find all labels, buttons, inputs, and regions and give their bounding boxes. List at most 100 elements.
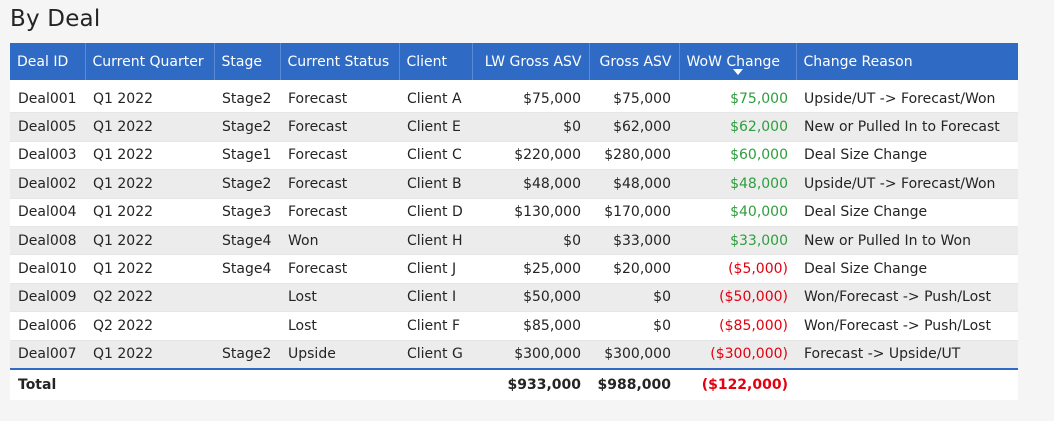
total-row: Total $933,000 $988,000 ($122,000): [10, 368, 1018, 400]
cell-change-reason: Deal Size Change: [796, 254, 1018, 284]
cell-gross-asv: $0: [589, 283, 679, 313]
cell-lw-gross-asv: $25,000: [472, 254, 589, 284]
table-row[interactable]: Deal006 Q2 2022 Lost Client F $85,000 $0 ($85,…: [10, 311, 1018, 341]
cell-deal-id: Deal004: [10, 198, 85, 227]
cell-gross-asv: $33,000: [589, 226, 679, 256]
cell-wow-change: $60,000: [679, 141, 796, 171]
cell-client: Client C: [399, 141, 472, 171]
column-header-deal-id[interactable]: Deal ID: [10, 43, 86, 80]
cell-stage: Stage1: [214, 141, 280, 171]
cell-stage: [214, 311, 280, 341]
table-row[interactable]: Deal002 Q1 2022 Stage2 Forecast Client B $48,…: [10, 169, 1018, 199]
column-header-current-status[interactable]: Current Status: [280, 43, 400, 80]
visual-title: By Deal: [10, 6, 101, 32]
cell-current-quarter: Q1 2022: [85, 340, 214, 370]
cell-stage: Stage2: [214, 85, 280, 114]
column-header-lw-gross-asv[interactable]: LW Gross ASV: [472, 43, 590, 80]
column-header-client[interactable]: Client: [399, 43, 473, 80]
cell-gross-asv: $75,000: [589, 85, 679, 114]
header-row: Deal ID Current Quarter Stage Current St…: [10, 43, 1018, 80]
cell-change-reason: Upside/UT -> Forecast/Won: [796, 85, 1018, 114]
cell-deal-id: Deal008: [10, 226, 85, 256]
column-header-wow-change[interactable]: WoW Change: [679, 43, 797, 80]
cell-lw-gross-asv: $130,000: [472, 198, 589, 227]
table-row[interactable]: Deal008 Q1 2022 Stage4 Won Client H $0 $33,000…: [10, 226, 1018, 256]
cell-deal-id: Deal001: [10, 85, 85, 114]
cell-stage: Stage2: [214, 112, 280, 142]
total-gross-asv: $988,000: [589, 368, 679, 400]
table-row[interactable]: Deal007 Q1 2022 Stage2 Upside Client G $300,0…: [10, 340, 1018, 370]
cell-gross-asv: $300,000: [589, 340, 679, 370]
cell-client: Client E: [399, 112, 472, 142]
table-row[interactable]: Deal003 Q1 2022 Stage1 Forecast Client C $220…: [10, 141, 1018, 171]
cell-client: Client D: [399, 198, 472, 227]
cell-client: Client B: [399, 169, 472, 199]
table-visual: By Deal Deal ID Current Quarter Stage Cu…: [0, 0, 1054, 421]
cell-wow-change: $40,000: [679, 198, 796, 227]
cell-change-reason: New or Pulled In to Won: [796, 226, 1018, 256]
cell-stage: Stage2: [214, 340, 280, 370]
cell-wow-change: $33,000: [679, 226, 796, 256]
table-row[interactable]: Deal005 Q1 2022 Stage2 Forecast Client E $0 $6…: [10, 112, 1018, 142]
cell-change-reason: New or Pulled In to Forecast: [796, 112, 1018, 142]
cell-change-reason: Won/Forecast -> Push/Lost: [796, 311, 1018, 341]
table-row[interactable]: Deal009 Q2 2022 Lost Client I $50,000 $0 ($50,…: [10, 283, 1018, 313]
total-empty-cell: [796, 368, 1018, 400]
cell-current-quarter: Q2 2022: [85, 311, 214, 341]
table-body: Deal001 Q1 2022 Stage2 Forecast Client A $75,…: [10, 80, 1018, 370]
sort-descending-icon[interactable]: [680, 69, 796, 78]
column-header-stage[interactable]: Stage: [214, 43, 281, 80]
cell-current-status: Lost: [280, 311, 399, 341]
column-header-gross-asv[interactable]: Gross ASV: [589, 43, 680, 80]
total-wow-change: ($122,000): [679, 368, 796, 400]
cell-current-status: Forecast: [280, 85, 399, 114]
column-header-change-reason[interactable]: Change Reason: [796, 43, 1018, 80]
cell-current-quarter: Q1 2022: [85, 141, 214, 171]
cell-current-quarter: Q1 2022: [85, 226, 214, 256]
cell-lw-gross-asv: $50,000: [472, 283, 589, 313]
cell-deal-id: Deal010: [10, 254, 85, 284]
cell-wow-change: $75,000: [679, 85, 796, 114]
cell-gross-asv: $20,000: [589, 254, 679, 284]
cell-current-quarter: Q1 2022: [85, 254, 214, 284]
cell-current-status: Upside: [280, 340, 399, 370]
cell-client: Client J: [399, 254, 472, 284]
cell-gross-asv: $48,000: [589, 169, 679, 199]
cell-client: Client G: [399, 340, 472, 370]
cell-wow-change: $62,000: [679, 112, 796, 142]
cell-deal-id: Deal003: [10, 141, 85, 171]
table-row[interactable]: Deal004 Q1 2022 Stage3 Forecast Client D $130…: [10, 198, 1018, 227]
cell-gross-asv: $280,000: [589, 141, 679, 171]
total-lw-gross-asv: $933,000: [472, 368, 589, 400]
cell-current-status: Lost: [280, 283, 399, 313]
cell-current-status: Forecast: [280, 254, 399, 284]
cell-lw-gross-asv: $48,000: [472, 169, 589, 199]
cell-lw-gross-asv: $300,000: [472, 340, 589, 370]
cell-current-status: Forecast: [280, 112, 399, 142]
cell-current-quarter: Q1 2022: [85, 198, 214, 227]
cell-current-status: Forecast: [280, 169, 399, 199]
cell-stage: Stage3: [214, 198, 280, 227]
cell-lw-gross-asv: $220,000: [472, 141, 589, 171]
cell-deal-id: Deal005: [10, 112, 85, 142]
column-header-current-quarter[interactable]: Current Quarter: [85, 43, 215, 80]
cell-lw-gross-asv: $85,000: [472, 311, 589, 341]
table-row[interactable]: Deal001 Q1 2022 Stage2 Forecast Client A $75,…: [10, 85, 1018, 114]
cell-gross-asv: $0: [589, 311, 679, 341]
cell-current-quarter: Q1 2022: [85, 85, 214, 114]
cell-lw-gross-asv: $0: [472, 112, 589, 142]
cell-stage: Stage4: [214, 226, 280, 256]
cell-change-reason: Deal Size Change: [796, 198, 1018, 227]
cell-client: Client A: [399, 85, 472, 114]
cell-current-quarter: Q1 2022: [85, 112, 214, 142]
total-empty-cell: [85, 368, 214, 400]
total-empty-cell: [280, 368, 399, 400]
cell-gross-asv: $170,000: [589, 198, 679, 227]
cell-client: Client I: [399, 283, 472, 313]
cell-wow-change: ($5,000): [679, 254, 796, 284]
cell-stage: [214, 283, 280, 313]
cell-deal-id: Deal009: [10, 283, 85, 313]
cell-lw-gross-asv: $0: [472, 226, 589, 256]
cell-deal-id: Deal006: [10, 311, 85, 341]
table-row[interactable]: Deal010 Q1 2022 Stage4 Forecast Client J $25,…: [10, 254, 1018, 284]
